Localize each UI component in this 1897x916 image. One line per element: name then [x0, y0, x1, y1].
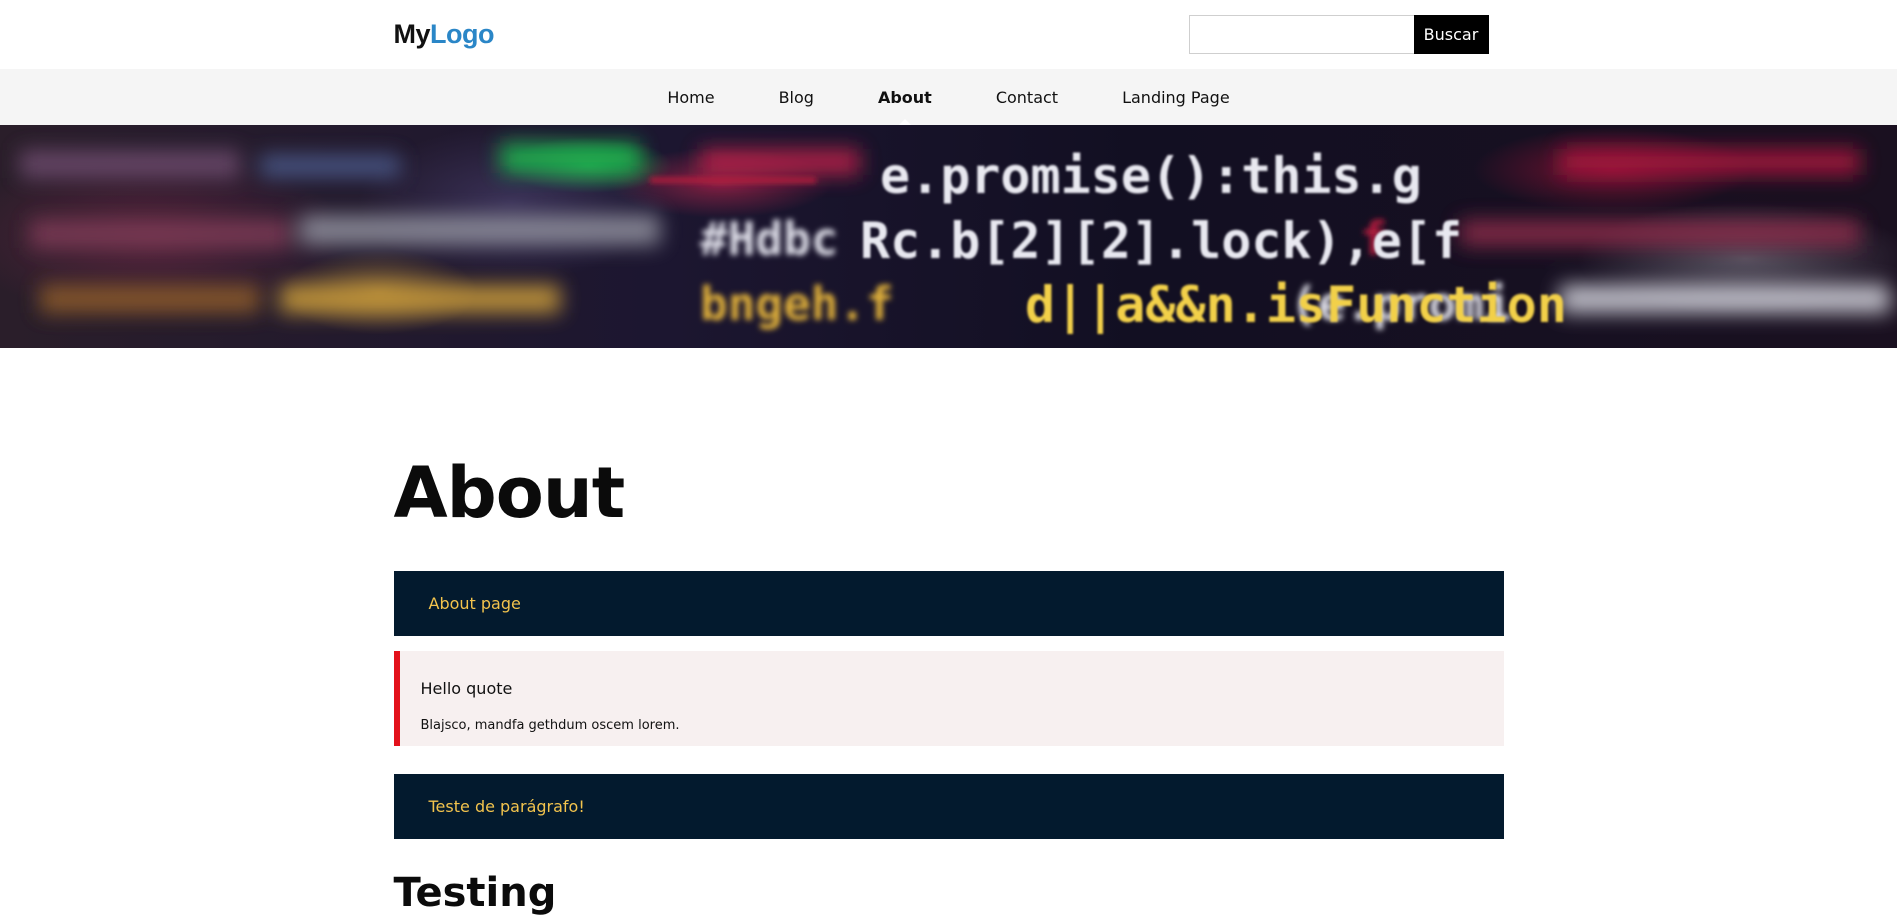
- hero-code-line: d||a&&n.isFunction: [1025, 276, 1567, 334]
- nav-item-about[interactable]: About: [846, 69, 964, 126]
- nav-item-contact[interactable]: Contact: [964, 69, 1090, 125]
- nav-item-landing-page[interactable]: Landing Page: [1090, 69, 1262, 125]
- site-logo[interactable]: MyLogo: [394, 19, 495, 50]
- nav-list: Home Blog About Contact Landing Page: [0, 69, 1897, 126]
- hero-code-line: Rc.b[2][2].lock),e[f: [860, 212, 1462, 270]
- nav-item-blog[interactable]: Blog: [747, 69, 846, 125]
- svg-text:——————: ——————: [650, 150, 816, 204]
- about-page-text: About page: [428, 594, 521, 613]
- hero-banner-image: —————— #Hdbc bngeh.f (e.promi f e.promis…: [0, 125, 1897, 348]
- svg-text:#Hdbc: #Hdbc: [700, 212, 838, 266]
- hero-code-art: —————— #Hdbc bngeh.f (e.promi f e.promis…: [20, 143, 1890, 334]
- paragraph-text: Teste de parágrafo!: [428, 797, 585, 816]
- nav-item-label: Blog: [778, 87, 814, 107]
- nav-item-label: Landing Page: [1122, 87, 1230, 107]
- search-button[interactable]: Buscar: [1413, 15, 1489, 54]
- paragraph-box: Teste de parágrafo!: [393, 774, 1504, 839]
- search-form: Buscar: [1188, 15, 1489, 54]
- hero-code-line: e.promise():this.g: [880, 147, 1422, 205]
- nav-item-label: About: [877, 87, 932, 107]
- logo-part-my: My: [393, 19, 431, 49]
- hero-code-focus: e.promise():this.g Rc.b[2][2].lock),e[f …: [860, 147, 1567, 334]
- site-header: MyLogo Buscar: [0, 0, 1897, 69]
- about-page-box: About page: [393, 571, 1504, 636]
- section-heading: Testing: [393, 870, 557, 916]
- quote-block: Hello quote Blajsco, mandfa gethdum osce…: [393, 651, 1504, 746]
- logo-part-logo: Logo: [430, 19, 494, 49]
- svg-text:bngeh.f: bngeh.f: [700, 277, 894, 331]
- search-input[interactable]: [1188, 15, 1414, 54]
- quote-text: Blajsco, mandfa gethdum oscem lorem.: [420, 718, 680, 733]
- nav-item-home[interactable]: Home: [635, 69, 746, 125]
- page-title: About: [393, 452, 626, 534]
- nav-item-label: Contact: [995, 87, 1059, 107]
- quote-title: Hello quote: [420, 679, 513, 698]
- nav-item-label: Home: [667, 87, 715, 107]
- main-nav: Home Blog About Contact Landing Page: [0, 69, 1897, 126]
